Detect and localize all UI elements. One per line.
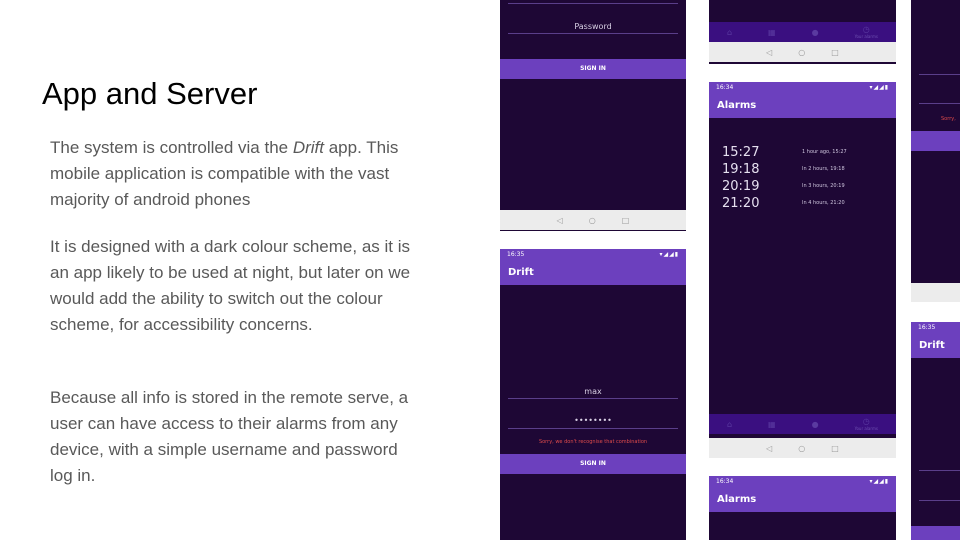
alarm-row[interactable]: 20:19 In 3 hours, 20:19 (722, 179, 896, 196)
recent-square-icon[interactable]: □ (831, 444, 839, 453)
bottom-nav-label: Your alarms (854, 426, 878, 431)
app-bar-title: Alarms (709, 488, 896, 512)
password-underline (919, 500, 960, 501)
alarm-clock-icon[interactable]: ◷ Your alarms (855, 417, 878, 431)
app-bar-title: Alarms (709, 94, 896, 118)
password-field[interactable]: •••••••• (500, 416, 686, 425)
wifi-signal-battery-icons: ▾◢◢▮ (659, 251, 679, 258)
username-underline (919, 470, 960, 471)
username-field[interactable]: max (500, 387, 686, 396)
grid-icon[interactable]: ▦ (768, 420, 776, 429)
alarms-screenshot-top: ⌂ ▦ ● ◷ Your alarms ◁ ○ □ (709, 0, 896, 64)
paragraph-remote-server: Because all info is stored in the remote… (50, 388, 409, 485)
paragraph-colour-scheme: It is designed with a dark colour scheme… (50, 237, 411, 334)
password-underline (508, 33, 678, 34)
home-icon[interactable]: ⌂ (727, 28, 732, 37)
recent-square-icon[interactable]: □ (831, 48, 839, 57)
alarm-row[interactable]: 21:20 In 4 hours, 21:20 (722, 196, 896, 213)
sign-in-button[interactable]: SIGN IN (500, 59, 686, 79)
home-circle-icon[interactable]: ○ (589, 216, 596, 225)
bulb-icon[interactable]: ● (812, 28, 819, 37)
alarm-row[interactable]: 19:18 In 2 hours, 19:18 (722, 162, 896, 179)
status-time: 16:35 (918, 324, 936, 331)
username-underline (508, 3, 678, 4)
back-triangle-icon[interactable]: ◁ (557, 216, 563, 225)
back-triangle-icon[interactable]: ◁ (766, 48, 772, 57)
status-time: 16:34 (716, 84, 734, 91)
alarm-relative-time: In 4 hours, 21:20 (802, 200, 845, 206)
system-nav-bar: ◁ ○ □ (709, 438, 896, 458)
status-time: 16:34 (716, 478, 734, 485)
alarm-time: 15:27 (722, 145, 760, 160)
status-bar: 16:34 ▾◢◢▮ (709, 82, 896, 94)
home-circle-icon[interactable]: ○ (798, 48, 805, 57)
grid-icon[interactable]: ▦ (768, 28, 776, 37)
alarms-list-screenshot: 16:34 ▾◢◢▮ Alarms 15:27 1 hour ago, 15:2… (709, 82, 896, 458)
status-bar: 16:35 (911, 322, 960, 334)
alarm-clock-icon[interactable]: ◷ Your alarms (855, 25, 878, 39)
system-nav-bar: ◁ ○ □ (709, 42, 896, 62)
alarm-relative-time: In 3 hours, 20:19 (802, 183, 845, 189)
back-triangle-icon[interactable]: ◁ (766, 444, 772, 453)
paragraph-app-intro: The system is controlled via the Drift a… (50, 135, 420, 213)
app-bar-title: Drift (911, 334, 960, 358)
status-bar: 16:34 ▾◢◢▮ (709, 476, 896, 488)
password-field[interactable]: Password (500, 22, 686, 31)
login-error-screenshot: 16:35 ▾◢◢▮ Drift max •••••••• Sorry, we … (500, 249, 686, 540)
sign-in-button[interactable] (911, 526, 960, 540)
bottom-navigation: ⌂ ▦ ● ◷ Your alarms (709, 414, 896, 434)
login-error-message: Sorry, (941, 116, 956, 122)
app-name-emphasis: Drift (292, 138, 324, 157)
alarms-screenshot-bottom: 16:34 ▾◢◢▮ Alarms (709, 476, 896, 540)
alarm-row[interactable]: 15:27 1 hour ago, 15:27 (722, 145, 896, 162)
bulb-icon[interactable]: ● (812, 420, 819, 429)
bottom-nav-label: Your alarms (854, 34, 878, 39)
password-underline (508, 428, 678, 429)
bottom-navigation: ⌂ ▦ ● ◷ Your alarms (709, 22, 896, 42)
alarm-relative-time: In 2 hours, 19:18 (802, 166, 845, 172)
sign-in-button[interactable] (911, 131, 960, 151)
home-circle-icon[interactable]: ○ (798, 444, 805, 453)
username-underline (508, 398, 678, 399)
login-error-message: Sorry, we don't recognise that combinati… (538, 439, 648, 445)
system-nav-bar: ◁ ○ □ (500, 210, 686, 230)
status-bar: 16:35 ▾◢◢▮ (500, 249, 686, 261)
alarm-relative-time: 1 hour ago, 15:27 (802, 149, 847, 155)
app-bar-title: Drift (500, 261, 686, 285)
sign-in-button[interactable]: SIGN IN (500, 454, 686, 474)
right-screenshot-top: Sorry, (911, 0, 960, 302)
alarm-time: 20:19 (722, 179, 760, 194)
alarm-time: 19:18 (722, 162, 760, 177)
field-underline (919, 103, 960, 104)
system-nav-bar (911, 283, 960, 302)
paragraph-app-intro-start: The system is controlled via the (50, 138, 293, 157)
wifi-signal-battery-icons: ▾◢◢▮ (869, 478, 889, 485)
home-icon[interactable]: ⌂ (727, 420, 732, 429)
wifi-signal-battery-icons: ▾◢◢▮ (869, 84, 889, 91)
login-screenshot-top: Password SIGN IN ◁ ○ □ (500, 0, 686, 231)
field-underline (919, 74, 960, 75)
right-screenshot-bottom: 16:35 Drift (911, 322, 960, 540)
alarm-time: 21:20 (722, 196, 760, 211)
status-time: 16:35 (507, 251, 525, 258)
recent-square-icon[interactable]: □ (622, 216, 630, 225)
slide-title: App and Server (42, 76, 258, 111)
